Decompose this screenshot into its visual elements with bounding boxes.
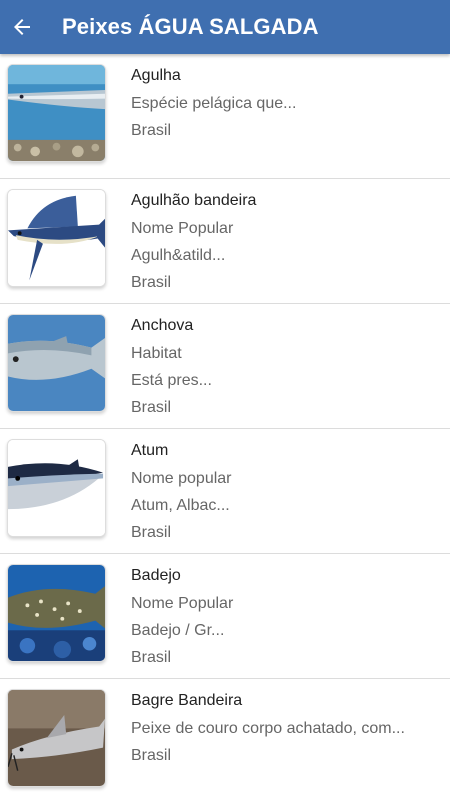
fish-image-agulhao-bandeira [7, 189, 106, 287]
list-item[interactable]: Bagre Bandeira Peixe de couro corpo acha… [0, 679, 450, 800]
arrow-left-icon [14, 19, 30, 35]
fish-description: Nome popular [131, 470, 232, 487]
fish-image-badejo [7, 564, 106, 662]
app-bar: Peixes ÁGUA SALGADA [0, 0, 450, 54]
fish-image-agulha [7, 64, 106, 162]
fish-list: Agulha Espécie pelágica que... Brasil Ag… [0, 54, 450, 800]
fish-image-bagre-bandeira [7, 689, 106, 787]
fish-region: Brasil [131, 524, 172, 541]
fish-region: Brasil [131, 122, 172, 139]
fish-name: Badejo [131, 567, 181, 584]
fish-description: Agulh&atild... [131, 247, 226, 264]
fish-description: Atum, Albac... [131, 497, 230, 514]
fish-description: Nome Popular [131, 220, 234, 237]
fish-description: Está pres... [131, 372, 212, 389]
fish-name: Agulhão bandeira [131, 192, 257, 209]
fish-region: Brasil [131, 649, 172, 666]
fish-region: Brasil [131, 747, 172, 764]
fish-description: Espécie pelágica que... [131, 95, 297, 112]
fish-name: Bagre Bandeira [131, 692, 243, 709]
fish-image-atum [7, 439, 106, 537]
fish-region: Brasil [131, 399, 172, 416]
list-item[interactable]: Agulhão bandeira Nome Popular Agulh&atil… [0, 179, 450, 304]
list-item[interactable]: Anchova Habitat Está pres... Brasil [0, 304, 450, 429]
list-item[interactable]: Agulha Espécie pelágica que... Brasil [0, 54, 450, 179]
fish-description: Badejo / Gr... [131, 622, 225, 639]
page-title: Peixes ÁGUA SALGADA [62, 14, 319, 39]
fish-image-anchova [7, 314, 106, 412]
fish-description: Nome Popular [131, 595, 234, 612]
fish-name: Atum [131, 442, 169, 459]
fish-name: Anchova [131, 317, 194, 334]
fish-name: Agulha [131, 67, 181, 84]
list-item[interactable]: Badejo Nome Popular Badejo / Gr... Brasi… [0, 554, 450, 679]
fish-region: Brasil [131, 274, 172, 291]
list-item[interactable]: Atum Nome popular Atum, Albac... Brasil [0, 429, 450, 554]
fish-description: Habitat [131, 345, 182, 362]
back-button[interactable] [2, 7, 42, 47]
fish-description: Peixe de couro corpo achatado, com... [131, 720, 405, 737]
